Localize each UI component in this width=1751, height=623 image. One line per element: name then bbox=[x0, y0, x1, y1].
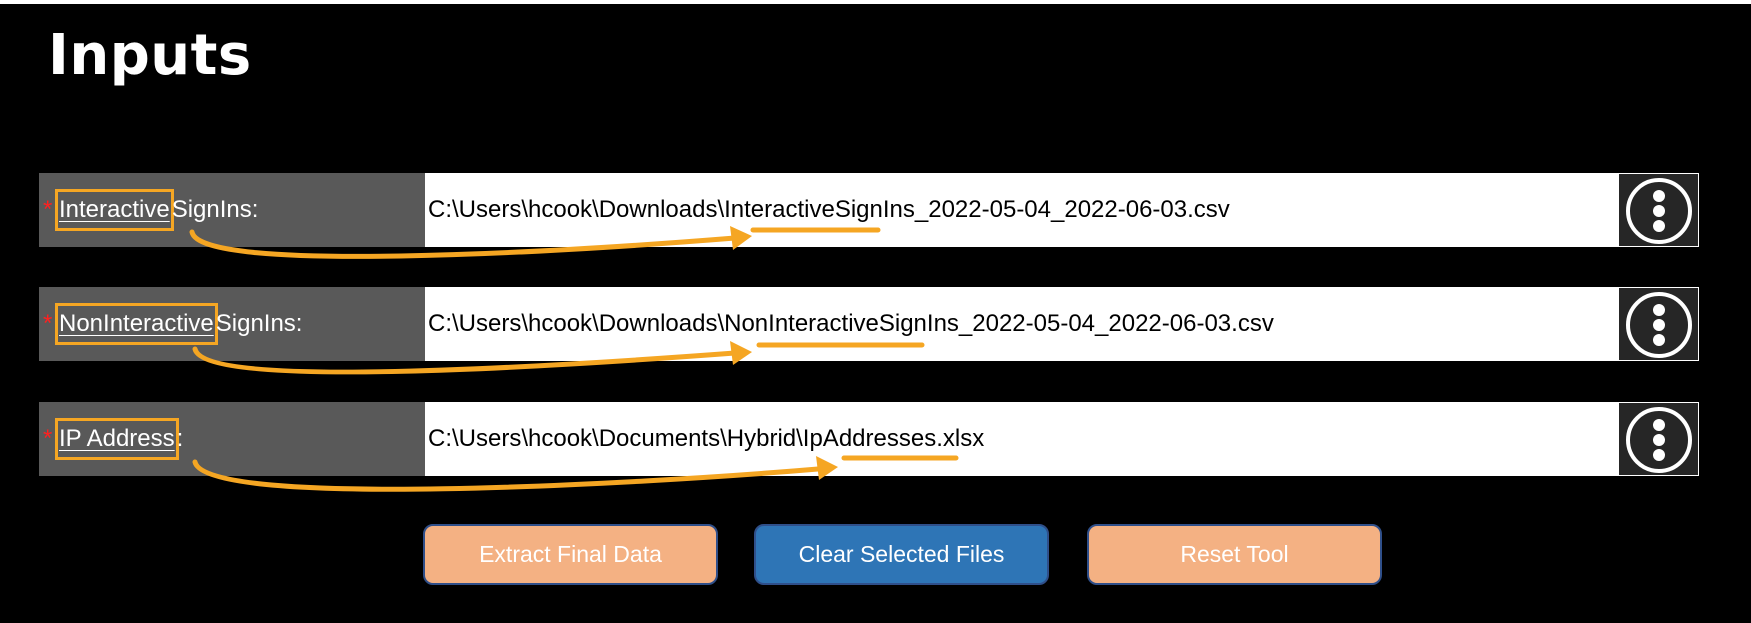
more-vertical-icon bbox=[1626, 407, 1692, 473]
required-marker: * bbox=[43, 425, 53, 452]
input-row-interactive-signins: * InteractiveSignIns: C:\Users\hcook\Dow… bbox=[39, 173, 1699, 247]
required-marker: * bbox=[43, 196, 53, 223]
more-vertical-icon bbox=[1626, 178, 1692, 244]
label-key-highlight: IP Address bbox=[55, 418, 179, 460]
row-label: InteractiveSignIns: bbox=[55, 173, 259, 247]
input-row-ip-address: * IP Address: C:\Users\hcook\Documents\H… bbox=[39, 402, 1699, 476]
row-label-box: * NonInteractiveSignIns: bbox=[39, 287, 425, 361]
row-label: NonInteractiveSignIns: bbox=[55, 287, 303, 361]
file-path-field[interactable]: C:\Users\hcook\Documents\Hybrid\IpAddres… bbox=[425, 402, 1618, 476]
inputs-panel: Inputs * InteractiveSignIns: C:\Users\hc… bbox=[0, 4, 1751, 623]
page-title: Inputs bbox=[48, 23, 252, 88]
input-row-noninteractive-signins: * NonInteractiveSignIns: C:\Users\hcook\… bbox=[39, 287, 1699, 361]
label-suffix: SignIns: bbox=[171, 196, 259, 223]
file-path-field[interactable]: C:\Users\hcook\Downloads\InteractiveSign… bbox=[425, 173, 1618, 247]
label-suffix: : bbox=[176, 425, 184, 452]
reset-tool-button[interactable]: Reset Tool bbox=[1087, 524, 1382, 585]
clear-selected-files-button[interactable]: Clear Selected Files bbox=[754, 524, 1049, 585]
row-label-box: * IP Address: bbox=[39, 402, 425, 476]
required-marker: * bbox=[43, 310, 53, 337]
more-vertical-icon bbox=[1626, 292, 1692, 358]
row-label-box: * InteractiveSignIns: bbox=[39, 173, 425, 247]
extract-final-data-button[interactable]: Extract Final Data bbox=[423, 524, 718, 585]
label-key-highlight: NonInteractive bbox=[55, 303, 218, 345]
file-path-field[interactable]: C:\Users\hcook\Downloads\NonInteractiveS… bbox=[425, 287, 1618, 361]
browse-file-button[interactable] bbox=[1618, 287, 1699, 361]
browse-file-button[interactable] bbox=[1618, 402, 1699, 476]
row-label: IP Address: bbox=[55, 402, 184, 476]
label-key-highlight: Interactive bbox=[55, 189, 174, 231]
browse-file-button[interactable] bbox=[1618, 173, 1699, 247]
label-suffix: SignIns: bbox=[215, 310, 303, 337]
